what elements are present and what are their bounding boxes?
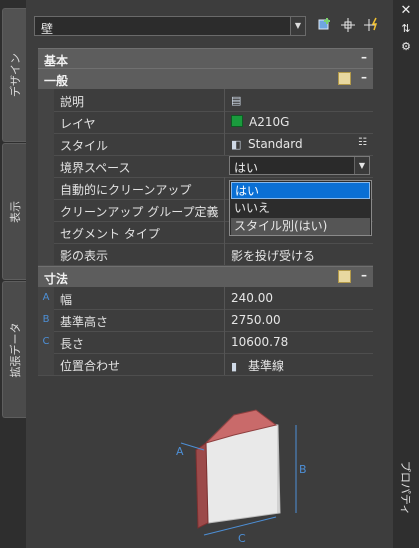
wall-dimension-illustration: A B C [146, 395, 336, 545]
property-row-width[interactable]: A 幅 240.00 [38, 287, 373, 310]
auto-hide-icon[interactable]: ⇅ [399, 22, 413, 36]
style-browser-icon[interactable]: ☷ [358, 137, 367, 148]
tab-display[interactable]: 表示 [2, 143, 27, 280]
collapse-icon[interactable]: – [361, 50, 367, 64]
object-type-select[interactable]: 壁 ▼ [34, 16, 306, 36]
category-basic[interactable]: 基本 – [38, 48, 373, 69]
object-type-value: 壁 [41, 22, 54, 36]
bound-spaces-select[interactable]: はい ▼ [229, 156, 370, 175]
property-row-style[interactable]: スタイル ◧ Standard ☷ [38, 133, 373, 156]
quick-select-icon[interactable] [362, 17, 380, 35]
add-to-selection-icon[interactable] [316, 17, 334, 35]
option-yes[interactable]: はい [231, 182, 370, 199]
tab-design[interactable]: デザイン [2, 8, 27, 142]
quick-select-small-icon[interactable] [338, 72, 351, 85]
bound-spaces-dropdown[interactable]: はい いいえ スタイル別(はい) [229, 180, 372, 236]
property-row-justify[interactable]: 位置合わせ ▮ 基準線 [38, 353, 373, 376]
select-objects-icon[interactable] [339, 17, 357, 35]
property-row-base-height[interactable]: B 基準高さ 2750.00 [38, 309, 373, 332]
property-row-description[interactable]: 説明 ▤ [38, 89, 373, 112]
notes-icon[interactable]: ▤ [231, 94, 243, 107]
illus-label-a: A [176, 445, 184, 458]
quick-select-small-icon[interactable] [338, 270, 351, 283]
tab-extended-data[interactable]: 拡張データ [2, 281, 27, 418]
collapse-icon[interactable]: – [361, 268, 367, 282]
illus-label-b: B [299, 463, 307, 476]
settings-icon[interactable]: ⚙ [399, 40, 413, 54]
property-row-length[interactable]: C 長さ 10600.78 [38, 331, 373, 354]
option-by-style[interactable]: スタイル別(はい) [231, 218, 370, 235]
property-row-shadow[interactable]: 影の表示 影を投げ受ける [38, 243, 373, 266]
layer-color-swatch [231, 115, 243, 127]
illus-label-c: C [238, 532, 246, 545]
style-icon: ◧ [231, 138, 242, 151]
property-row-bound-spaces[interactable]: 境界スペース はい ▼ [38, 155, 373, 178]
category-general[interactable]: 一般 – [38, 68, 373, 89]
option-no[interactable]: いいえ [231, 200, 370, 217]
collapse-icon[interactable]: – [361, 70, 367, 84]
category-dimensions[interactable]: 寸法 – [38, 266, 373, 287]
close-icon[interactable]: ✕ [399, 4, 413, 18]
properties-palette: デザイン 表示 拡張データ 壁 ▼ 基本 – 一般 – 説明 ▤ レイヤ A21… [0, 0, 419, 548]
property-row-layer[interactable]: レイヤ A210G [38, 111, 373, 134]
main-panel: 壁 ▼ 基本 – 一般 – 説明 ▤ レイヤ A210G スタイル ◧ Stan… [26, 0, 417, 548]
tab-column: デザイン 表示 拡張データ [0, 0, 27, 548]
justify-icon: ▮ [231, 360, 238, 373]
chevron-down-icon[interactable]: ▼ [354, 157, 369, 174]
chevron-down-icon[interactable]: ▼ [290, 17, 305, 35]
palette-title: プロパティ [399, 460, 412, 516]
palette-title-bar[interactable]: ✕ ⇅ ⚙ プロパティ [393, 0, 419, 548]
